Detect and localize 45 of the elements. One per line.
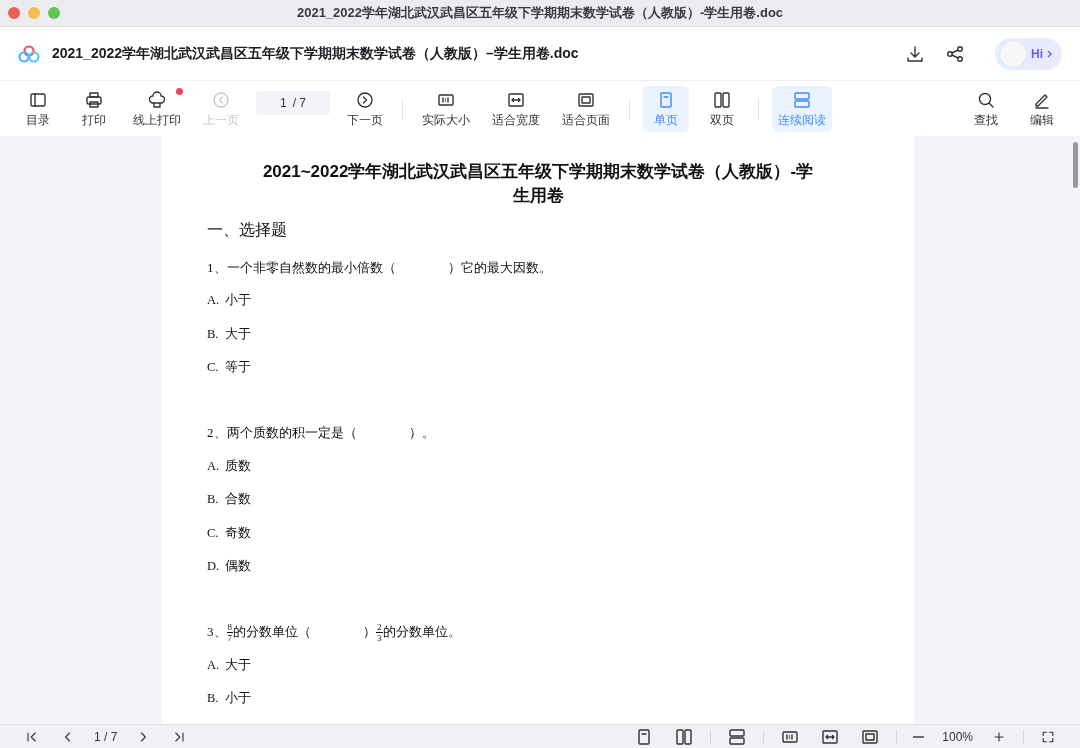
answer-option: A. 大于 — [207, 648, 869, 682]
toolbar-button[interactable]: 下一页 — [341, 85, 389, 132]
mascot-avatar — [999, 39, 1027, 68]
toolbar-button[interactable]: 实际大小 — [416, 85, 476, 132]
download-icon — [905, 43, 925, 64]
double-page-icon — [712, 89, 732, 110]
toolbar-button[interactable]: 查找 — [963, 85, 1009, 132]
file-name: 2021_2022学年湖北武汉武昌区五年级下学期期末数学试卷（人教版）–学生用卷.doc — [52, 44, 580, 63]
answer-option: B. 小于 — [207, 682, 869, 716]
window-title: 2021_2022学年湖北武汉武昌区五年级下学期期末数学试卷（人教版）-学生用卷.doc — [295, 4, 785, 22]
chevron-left-circle-icon — [211, 89, 231, 110]
answer-option: A. 小于 — [207, 284, 869, 318]
toolbar-button[interactable]: 适合宽度 — [486, 85, 546, 132]
toolbar-button[interactable]: 目录 — [15, 85, 61, 132]
document-title: 2021~2022学年湖北武汉武昌区五年级下学期期末数学试卷（人教版）-学生用卷 — [261, 161, 815, 207]
scrollbar-thumb[interactable] — [1073, 142, 1078, 188]
section-heading: 一、选择题 — [207, 220, 288, 240]
page-indicator: 1 / 7 — [93, 729, 119, 744]
zoom-level: 100% — [941, 729, 974, 744]
question-text: 2、两个质数的积一定是（ ）。 — [207, 424, 436, 442]
toolbar-button[interactable]: 编辑 — [1019, 85, 1065, 132]
continuous-pages-icon — [792, 89, 812, 110]
answer-option: B. 大于 — [207, 317, 869, 351]
toolbar-button[interactable]: 双页 — [699, 85, 745, 132]
question-text: 1、一个非零自然数的最小倍数（ ）它的最大因数。 — [207, 258, 553, 277]
toolbar-button[interactable]: 线上打印 — [127, 85, 187, 132]
double-page-icon — [674, 726, 695, 747]
answer-option: C. 奇数 — [207, 516, 869, 550]
page-number-field[interactable]: 1 / 7 — [256, 90, 330, 115]
chevron-right-circle-icon — [355, 89, 375, 110]
toolbar-button[interactable]: 打印 — [71, 85, 117, 132]
toolbar-button[interactable]: 适合页面 — [556, 85, 616, 132]
minus-icon — [913, 735, 925, 738]
assistant-button[interactable]: Hi — [995, 37, 1062, 70]
answer-option: D. 偶数 — [207, 550, 869, 584]
answer-option: A. 质数 — [207, 449, 869, 483]
answer-option: C. 等于 — [207, 351, 869, 385]
cloud-icon — [147, 89, 167, 110]
share-icon — [945, 43, 965, 64]
chevron-right-icon — [1047, 49, 1052, 58]
continuous-pages-icon — [727, 726, 748, 747]
close-button[interactable] — [8, 7, 20, 19]
printer-icon — [84, 89, 104, 110]
app-logo-icon — [18, 44, 40, 63]
answer-option: B. 合数 — [207, 483, 869, 517]
